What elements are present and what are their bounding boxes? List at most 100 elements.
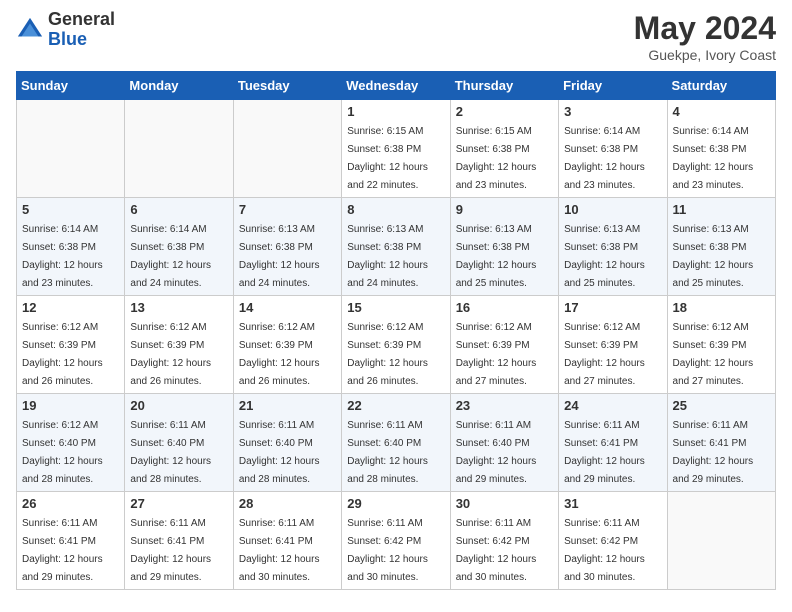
day-info: Sunrise: 6:11 AMSunset: 6:42 PMDaylight:… [347, 518, 428, 583]
day-info: Sunrise: 6:11 AMSunset: 6:42 PMDaylight:… [456, 518, 537, 583]
day-info: Sunrise: 6:13 AMSunset: 6:38 PMDaylight:… [673, 224, 754, 289]
day-number: 17 [564, 300, 661, 315]
table-row: 24 Sunrise: 6:11 AMSunset: 6:41 PMDaylig… [559, 394, 667, 492]
day-info: Sunrise: 6:13 AMSunset: 6:38 PMDaylight:… [564, 224, 645, 289]
day-info: Sunrise: 6:11 AMSunset: 6:41 PMDaylight:… [22, 518, 103, 583]
day-number: 5 [22, 202, 119, 217]
day-number: 24 [564, 398, 661, 413]
day-number: 28 [239, 496, 336, 511]
table-row: 5 Sunrise: 6:14 AMSunset: 6:38 PMDayligh… [17, 198, 125, 296]
table-row: 18 Sunrise: 6:12 AMSunset: 6:39 PMDaylig… [667, 296, 775, 394]
day-number: 11 [673, 202, 770, 217]
day-number: 6 [130, 202, 227, 217]
day-info: Sunrise: 6:11 AMSunset: 6:40 PMDaylight:… [130, 420, 211, 485]
day-number: 1 [347, 104, 444, 119]
table-row: 7 Sunrise: 6:13 AMSunset: 6:38 PMDayligh… [233, 198, 341, 296]
day-info: Sunrise: 6:11 AMSunset: 6:40 PMDaylight:… [347, 420, 428, 485]
day-info: Sunrise: 6:11 AMSunset: 6:42 PMDaylight:… [564, 518, 645, 583]
day-info: Sunrise: 6:13 AMSunset: 6:38 PMDaylight:… [239, 224, 320, 289]
calendar-week-row: 19 Sunrise: 6:12 AMSunset: 6:40 PMDaylig… [17, 394, 776, 492]
table-row: 27 Sunrise: 6:11 AMSunset: 6:41 PMDaylig… [125, 492, 233, 590]
day-info: Sunrise: 6:12 AMSunset: 6:39 PMDaylight:… [239, 322, 320, 387]
day-number: 9 [456, 202, 553, 217]
day-number: 4 [673, 104, 770, 119]
table-row [17, 100, 125, 198]
title-block: May 2024 Guekpe, Ivory Coast [634, 10, 776, 63]
day-number: 31 [564, 496, 661, 511]
day-number: 10 [564, 202, 661, 217]
table-row: 15 Sunrise: 6:12 AMSunset: 6:39 PMDaylig… [342, 296, 450, 394]
calendar-week-row: 1 Sunrise: 6:15 AMSunset: 6:38 PMDayligh… [17, 100, 776, 198]
logo-general-text: General [48, 10, 115, 30]
col-monday: Monday [125, 72, 233, 100]
logo: General Blue [16, 10, 115, 50]
table-row: 22 Sunrise: 6:11 AMSunset: 6:40 PMDaylig… [342, 394, 450, 492]
header: General Blue May 2024 Guekpe, Ivory Coas… [16, 10, 776, 63]
table-row: 13 Sunrise: 6:12 AMSunset: 6:39 PMDaylig… [125, 296, 233, 394]
table-row: 25 Sunrise: 6:11 AMSunset: 6:41 PMDaylig… [667, 394, 775, 492]
col-saturday: Saturday [667, 72, 775, 100]
day-number: 19 [22, 398, 119, 413]
day-info: Sunrise: 6:13 AMSunset: 6:38 PMDaylight:… [456, 224, 537, 289]
logo-blue-text: Blue [48, 30, 115, 50]
day-info: Sunrise: 6:12 AMSunset: 6:40 PMDaylight:… [22, 420, 103, 485]
day-number: 20 [130, 398, 227, 413]
day-info: Sunrise: 6:15 AMSunset: 6:38 PMDaylight:… [456, 126, 537, 191]
table-row [233, 100, 341, 198]
table-row: 4 Sunrise: 6:14 AMSunset: 6:38 PMDayligh… [667, 100, 775, 198]
day-number: 16 [456, 300, 553, 315]
col-friday: Friday [559, 72, 667, 100]
col-tuesday: Tuesday [233, 72, 341, 100]
calendar-header-row: Sunday Monday Tuesday Wednesday Thursday… [17, 72, 776, 100]
day-number: 22 [347, 398, 444, 413]
day-info: Sunrise: 6:11 AMSunset: 6:40 PMDaylight:… [456, 420, 537, 485]
day-number: 26 [22, 496, 119, 511]
day-number: 30 [456, 496, 553, 511]
table-row: 28 Sunrise: 6:11 AMSunset: 6:41 PMDaylig… [233, 492, 341, 590]
day-number: 25 [673, 398, 770, 413]
day-info: Sunrise: 6:12 AMSunset: 6:39 PMDaylight:… [564, 322, 645, 387]
day-info: Sunrise: 6:12 AMSunset: 6:39 PMDaylight:… [347, 322, 428, 387]
col-sunday: Sunday [17, 72, 125, 100]
day-info: Sunrise: 6:13 AMSunset: 6:38 PMDaylight:… [347, 224, 428, 289]
day-info: Sunrise: 6:14 AMSunset: 6:38 PMDaylight:… [22, 224, 103, 289]
day-info: Sunrise: 6:15 AMSunset: 6:38 PMDaylight:… [347, 126, 428, 191]
table-row: 20 Sunrise: 6:11 AMSunset: 6:40 PMDaylig… [125, 394, 233, 492]
table-row: 8 Sunrise: 6:13 AMSunset: 6:38 PMDayligh… [342, 198, 450, 296]
day-info: Sunrise: 6:11 AMSunset: 6:41 PMDaylight:… [130, 518, 211, 583]
table-row: 21 Sunrise: 6:11 AMSunset: 6:40 PMDaylig… [233, 394, 341, 492]
col-wednesday: Wednesday [342, 72, 450, 100]
day-number: 27 [130, 496, 227, 511]
day-number: 13 [130, 300, 227, 315]
table-row: 3 Sunrise: 6:14 AMSunset: 6:38 PMDayligh… [559, 100, 667, 198]
calendar-table: Sunday Monday Tuesday Wednesday Thursday… [16, 71, 776, 590]
day-number: 3 [564, 104, 661, 119]
table-row: 16 Sunrise: 6:12 AMSunset: 6:39 PMDaylig… [450, 296, 558, 394]
day-number: 2 [456, 104, 553, 119]
day-number: 7 [239, 202, 336, 217]
day-info: Sunrise: 6:12 AMSunset: 6:39 PMDaylight:… [130, 322, 211, 387]
table-row: 12 Sunrise: 6:12 AMSunset: 6:39 PMDaylig… [17, 296, 125, 394]
table-row: 2 Sunrise: 6:15 AMSunset: 6:38 PMDayligh… [450, 100, 558, 198]
day-number: 12 [22, 300, 119, 315]
calendar-week-row: 26 Sunrise: 6:11 AMSunset: 6:41 PMDaylig… [17, 492, 776, 590]
day-number: 29 [347, 496, 444, 511]
table-row: 9 Sunrise: 6:13 AMSunset: 6:38 PMDayligh… [450, 198, 558, 296]
day-number: 15 [347, 300, 444, 315]
day-info: Sunrise: 6:12 AMSunset: 6:39 PMDaylight:… [673, 322, 754, 387]
table-row: 19 Sunrise: 6:12 AMSunset: 6:40 PMDaylig… [17, 394, 125, 492]
day-number: 8 [347, 202, 444, 217]
table-row: 26 Sunrise: 6:11 AMSunset: 6:41 PMDaylig… [17, 492, 125, 590]
day-number: 14 [239, 300, 336, 315]
day-info: Sunrise: 6:12 AMSunset: 6:39 PMDaylight:… [456, 322, 537, 387]
day-info: Sunrise: 6:11 AMSunset: 6:41 PMDaylight:… [239, 518, 320, 583]
table-row [667, 492, 775, 590]
day-info: Sunrise: 6:12 AMSunset: 6:39 PMDaylight:… [22, 322, 103, 387]
location: Guekpe, Ivory Coast [634, 47, 776, 63]
day-info: Sunrise: 6:14 AMSunset: 6:38 PMDaylight:… [564, 126, 645, 191]
logo-icon [16, 16, 44, 44]
table-row: 10 Sunrise: 6:13 AMSunset: 6:38 PMDaylig… [559, 198, 667, 296]
day-info: Sunrise: 6:14 AMSunset: 6:38 PMDaylight:… [130, 224, 211, 289]
day-info: Sunrise: 6:11 AMSunset: 6:41 PMDaylight:… [673, 420, 754, 485]
calendar-week-row: 12 Sunrise: 6:12 AMSunset: 6:39 PMDaylig… [17, 296, 776, 394]
